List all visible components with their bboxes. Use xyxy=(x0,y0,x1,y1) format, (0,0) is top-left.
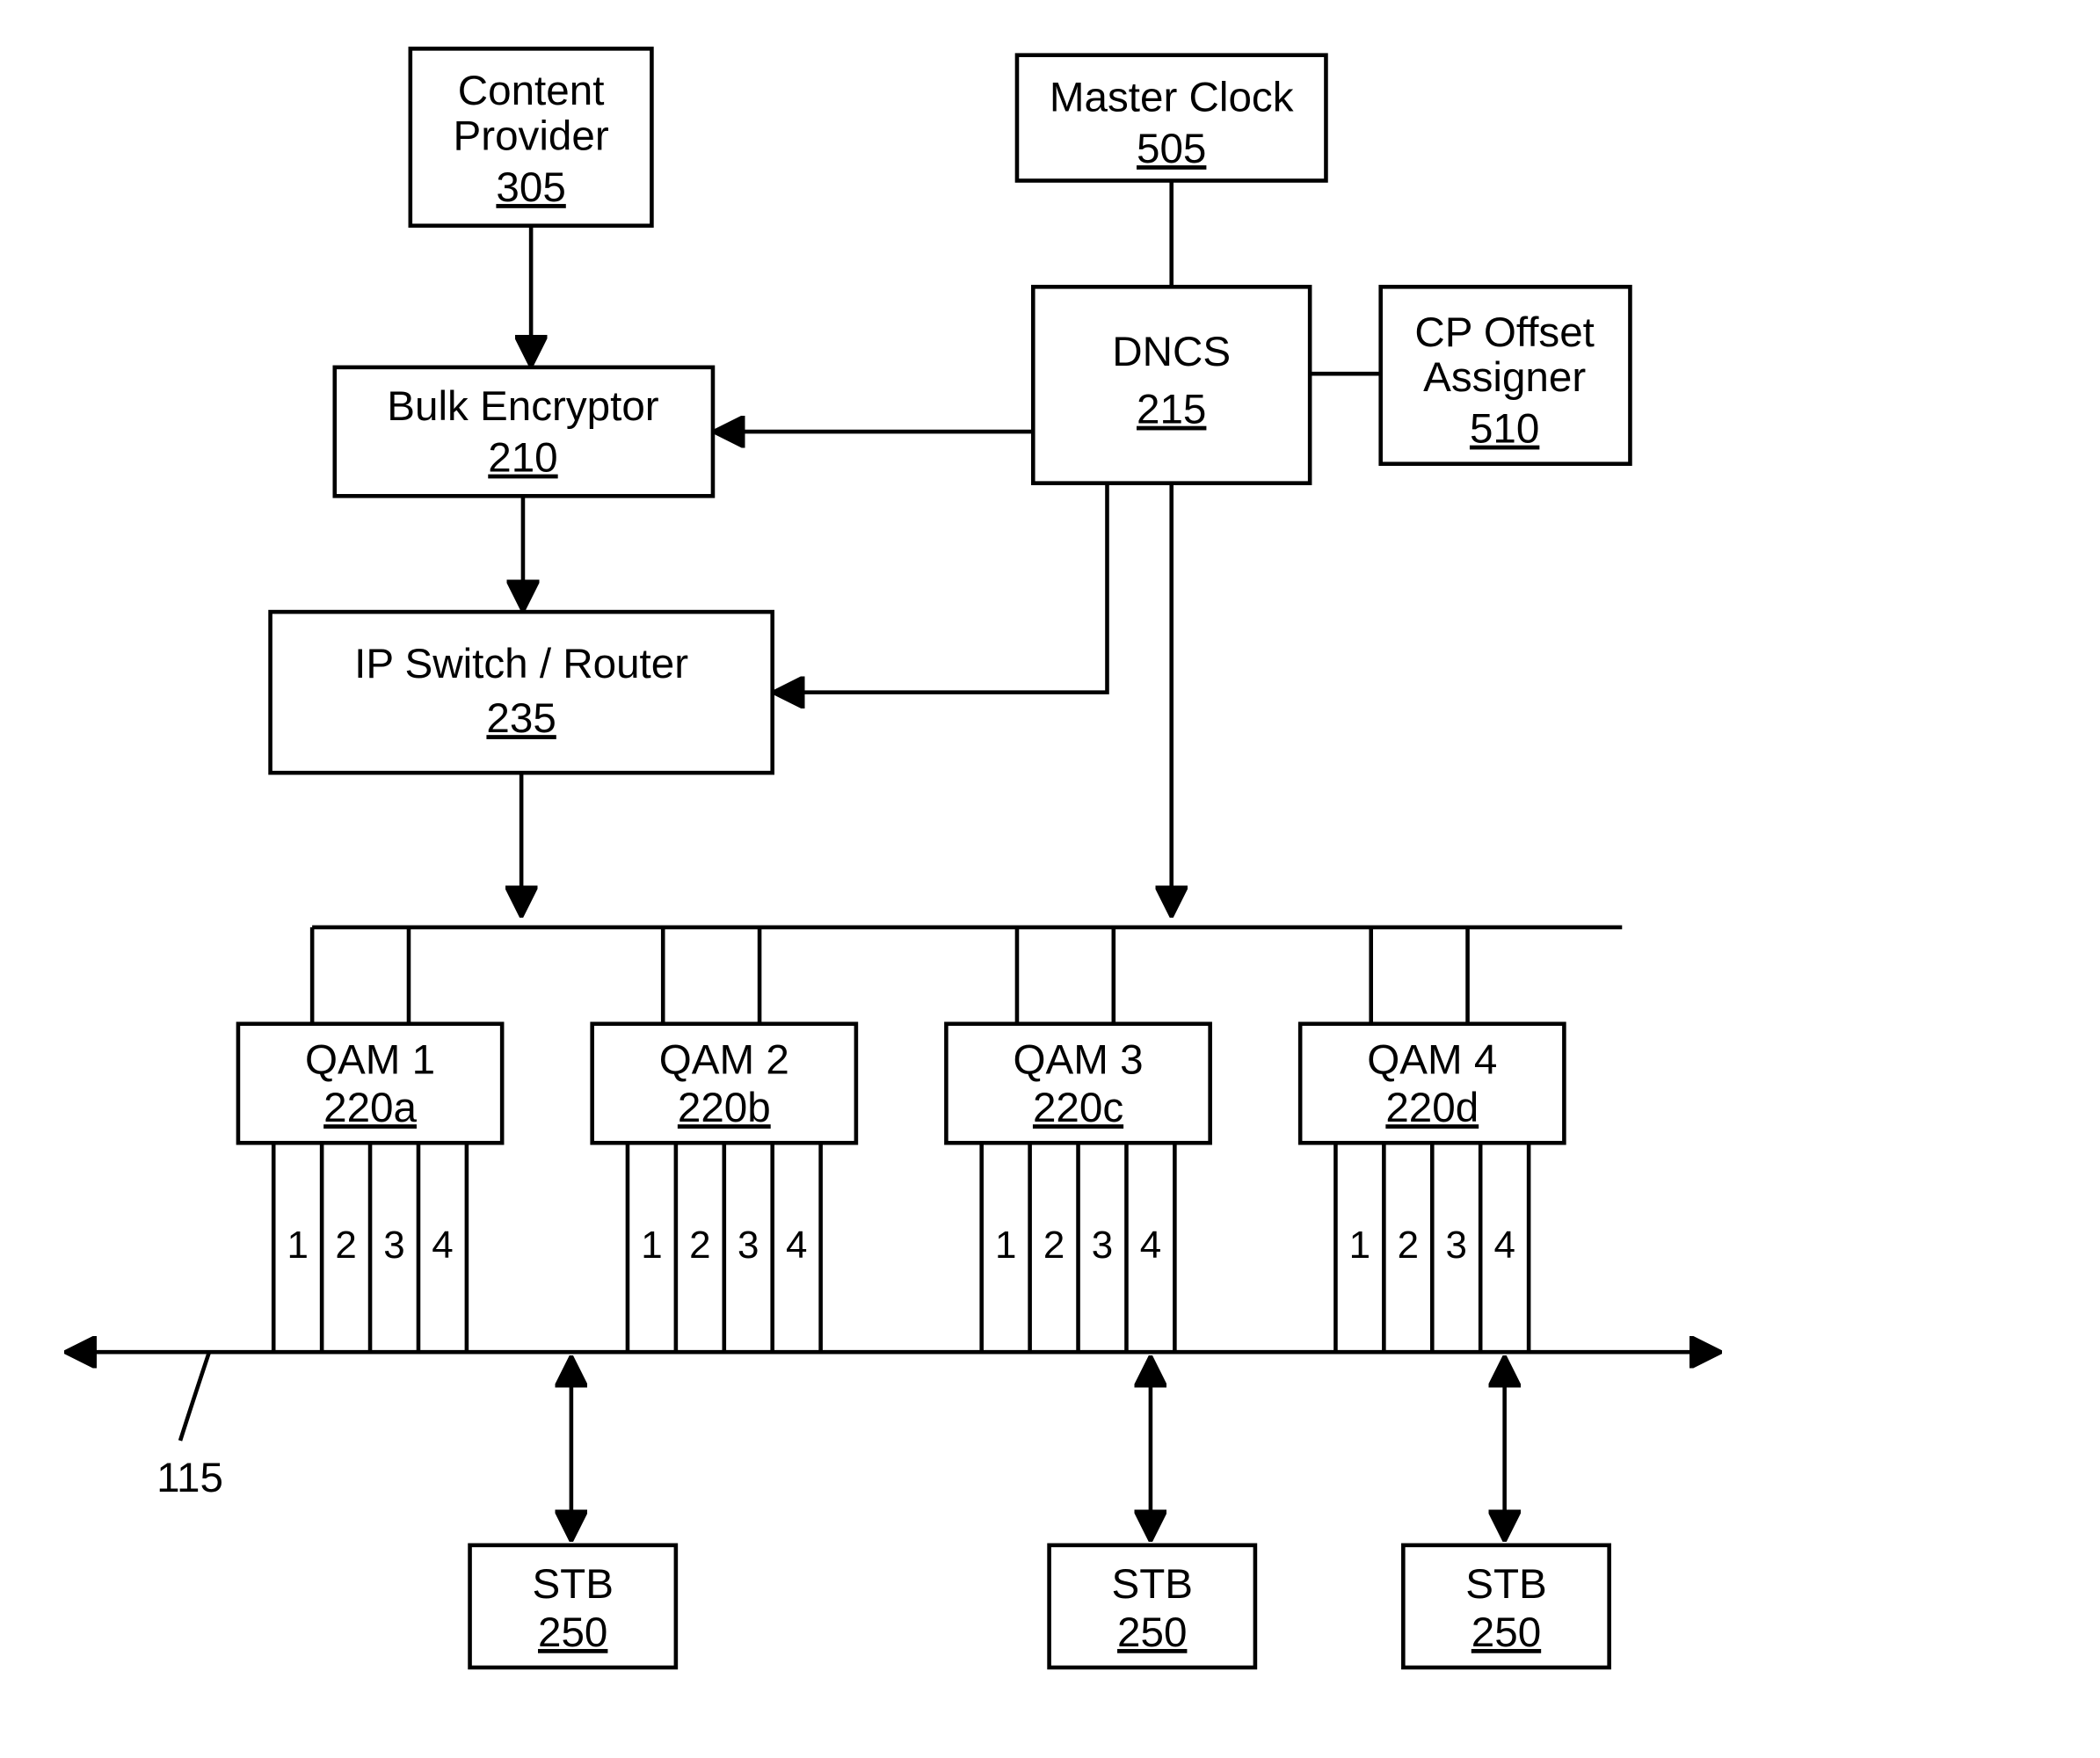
master-clock-label: Master Clock xyxy=(1050,75,1294,121)
stb2-label: STB xyxy=(1111,1561,1193,1608)
qam4-port2: 2 xyxy=(1398,1224,1419,1267)
ip-switch-box xyxy=(271,612,773,773)
cp-offset-label2: Assigner xyxy=(1423,354,1586,401)
cp-offset-label1: CP Offset xyxy=(1414,309,1595,356)
cp-offset-ref: 510 xyxy=(1470,406,1539,453)
dncs-box xyxy=(1033,287,1310,483)
ip-switch-ref: 235 xyxy=(486,695,556,742)
qam2-port4: 4 xyxy=(786,1224,807,1267)
qam2-ref: 220b xyxy=(678,1085,771,1131)
qam1-ref: 220a xyxy=(323,1085,417,1131)
qam3-port2: 2 xyxy=(1043,1224,1065,1267)
qam3-ref: 220c xyxy=(1033,1085,1123,1131)
arrow-dncs-to-ip xyxy=(775,483,1107,693)
stb2-ref: 250 xyxy=(1117,1609,1187,1656)
bulk-encryptor-ref: 210 xyxy=(488,435,557,482)
qam4-port1: 1 xyxy=(1349,1224,1370,1267)
master-clock-ref: 505 xyxy=(1137,126,1206,172)
stb3-ref: 250 xyxy=(1471,1609,1541,1656)
qam2-port2: 2 xyxy=(689,1224,710,1267)
qam1-port3: 3 xyxy=(383,1224,404,1267)
bus-ref-callout xyxy=(180,1352,209,1441)
qam3-label: QAM 3 xyxy=(1014,1036,1144,1083)
qam4-label: QAM 4 xyxy=(1367,1036,1497,1083)
bus-ref: 115 xyxy=(156,1455,223,1501)
qam2-label: QAM 2 xyxy=(659,1036,789,1083)
block-diagram: Content Provider 305 Master Clock 505 DN… xyxy=(0,0,2100,1758)
qam2-port1: 1 xyxy=(641,1224,662,1267)
stb1-label: STB xyxy=(532,1561,614,1608)
qam2-port3: 3 xyxy=(738,1224,759,1267)
qam1-label: QAM 1 xyxy=(305,1036,435,1083)
content-provider-ref: 305 xyxy=(496,164,565,211)
qam4-port4: 4 xyxy=(1493,1224,1515,1267)
stb1-ref: 250 xyxy=(538,1609,607,1656)
qam1-port2: 2 xyxy=(335,1224,356,1267)
qam4-ref: 220d xyxy=(1385,1085,1479,1131)
content-provider-label1: Content xyxy=(458,68,605,114)
qam3-port3: 3 xyxy=(1092,1224,1113,1267)
stb3-label: STB xyxy=(1465,1561,1547,1608)
qam1-port1: 1 xyxy=(287,1224,308,1267)
content-provider-label2: Provider xyxy=(454,113,609,159)
dncs-label: DNCS xyxy=(1112,329,1231,375)
ip-switch-label: IP Switch / Router xyxy=(354,641,688,687)
qam3-port1: 1 xyxy=(995,1224,1016,1267)
qam3-port4: 4 xyxy=(1140,1224,1161,1267)
bulk-encryptor-label: Bulk Encryptor xyxy=(387,383,659,430)
qam4-port3: 3 xyxy=(1446,1224,1467,1267)
dncs-ref: 215 xyxy=(1137,387,1206,433)
qam1-port4: 4 xyxy=(432,1224,453,1267)
